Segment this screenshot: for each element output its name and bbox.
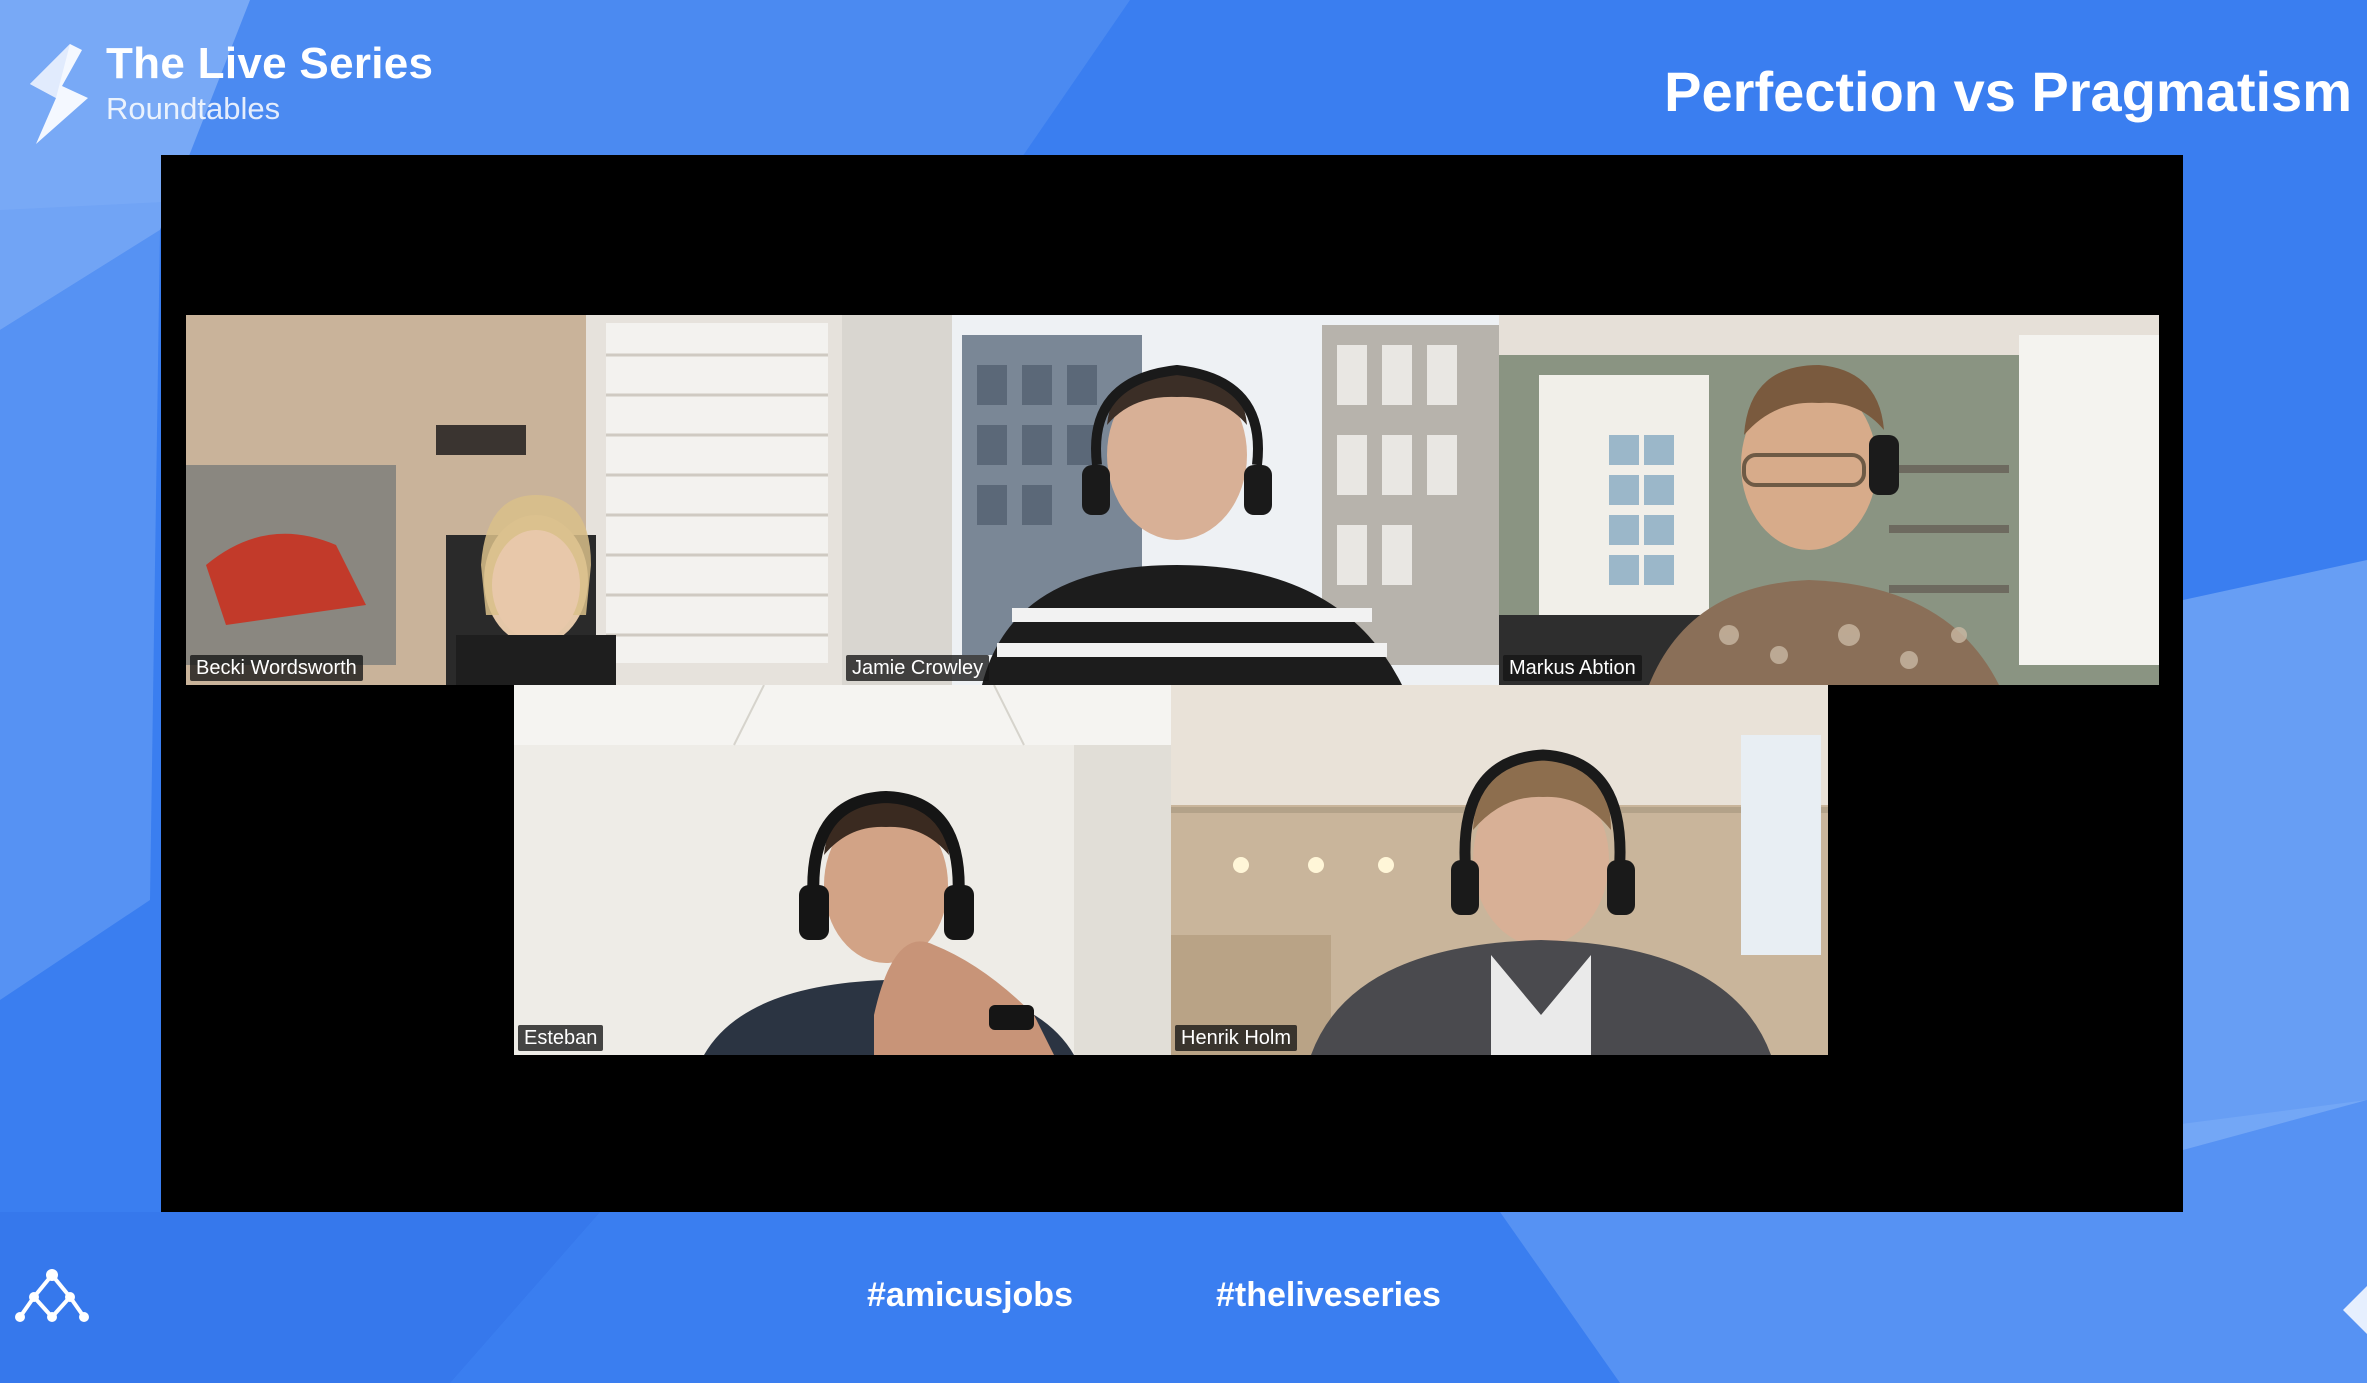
participant-name-label: Markus Abtion bbox=[1503, 655, 1642, 681]
brand-title: The Live Series bbox=[106, 39, 434, 88]
episode-title: Perfection vs Pragmatism bbox=[1664, 60, 2352, 123]
hashtag-theliveseries: #theliveseries bbox=[1216, 1276, 1441, 1314]
participant-video bbox=[1171, 685, 1828, 1055]
participant-video bbox=[514, 685, 1171, 1055]
participant-tile[interactable]: Esteban bbox=[514, 685, 1171, 1055]
participant-tile[interactable]: Henrik Holm bbox=[1171, 685, 1828, 1055]
participant-video bbox=[1499, 315, 2159, 685]
brand-subtitle: Roundtables bbox=[106, 91, 281, 126]
participant-tile[interactable]: Jamie Crowley bbox=[842, 315, 1499, 685]
participant-name-label: Jamie Crowley bbox=[846, 655, 990, 681]
series-logo-icon bbox=[30, 44, 88, 144]
participant-video bbox=[186, 315, 842, 685]
participant-name-label: Esteban bbox=[518, 1025, 604, 1051]
participant-video bbox=[842, 315, 1499, 685]
participant-name-label: Henrik Holm bbox=[1175, 1025, 1298, 1051]
brand-block: The Live Series Roundtables bbox=[22, 40, 433, 150]
corner-logo-icon bbox=[2343, 1286, 2367, 1334]
hashtag-amicusjobs: #amicusjobs bbox=[867, 1276, 1073, 1314]
participant-name-label: Becki Wordsworth bbox=[190, 655, 363, 681]
participant-tile[interactable]: Markus Abtion bbox=[1499, 315, 2159, 685]
participant-tile[interactable]: Becki Wordsworth bbox=[186, 315, 842, 685]
video-call-stage: Becki Wordsworth Jamie Crowley Markus Ab… bbox=[161, 155, 2183, 1212]
hashtag-bar: #amicusjobs #theliveseries bbox=[0, 1270, 2367, 1320]
